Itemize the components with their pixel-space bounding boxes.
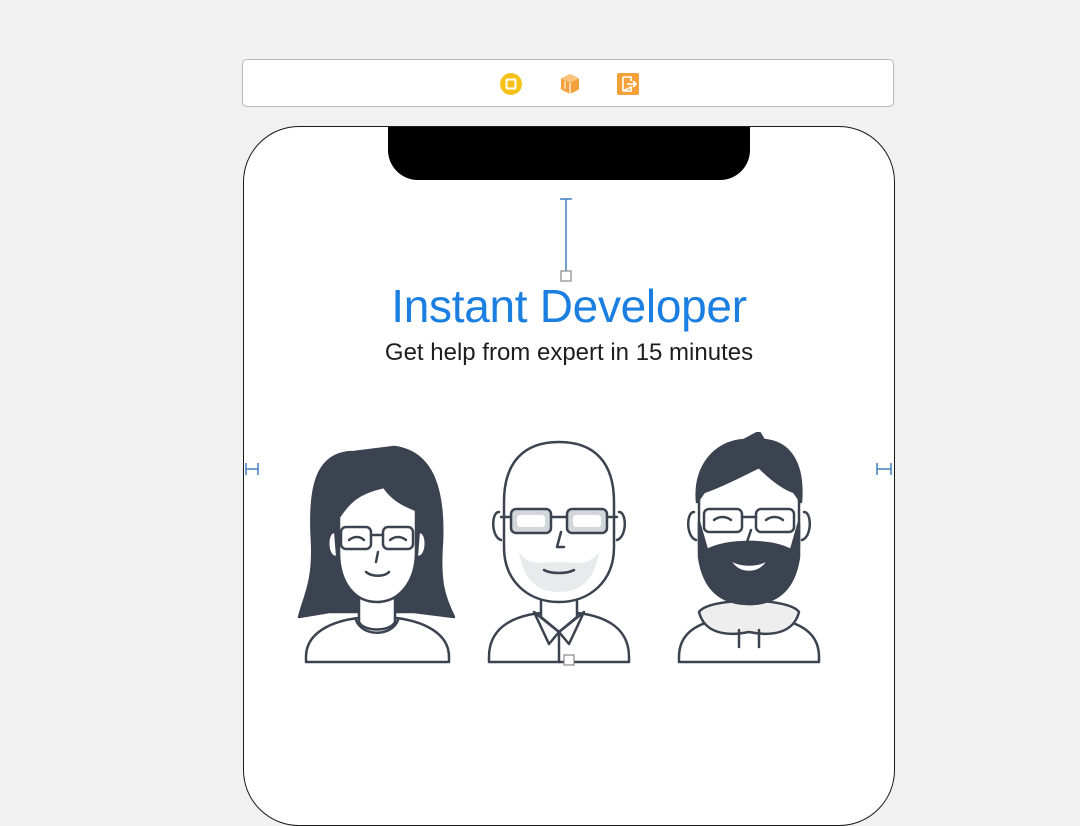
bottom-constraint-handle[interactable] [562,653,576,667]
app-title: Instant Developer [391,280,747,332]
app-subtitle: Get help from expert in 15 minutes [384,339,754,366]
trailing-constraint[interactable] [875,461,893,477]
bearded-man-with-glasses-avatar [677,432,821,664]
woman-with-glasses-avatar [297,445,456,664]
bald-man-with-glasses-avatar [487,440,631,664]
iphone-canvas: Instant Developer Get help from expert i… [243,126,895,826]
scene-dock [242,59,894,107]
exit-icon[interactable] [616,72,640,96]
view-controller-icon[interactable] [499,72,523,96]
top-constraint[interactable] [556,197,576,283]
first-responder-icon[interactable] [558,72,582,96]
device-notch [388,127,750,180]
developers-illustration[interactable] [294,432,844,672]
leading-constraint[interactable] [244,461,262,477]
